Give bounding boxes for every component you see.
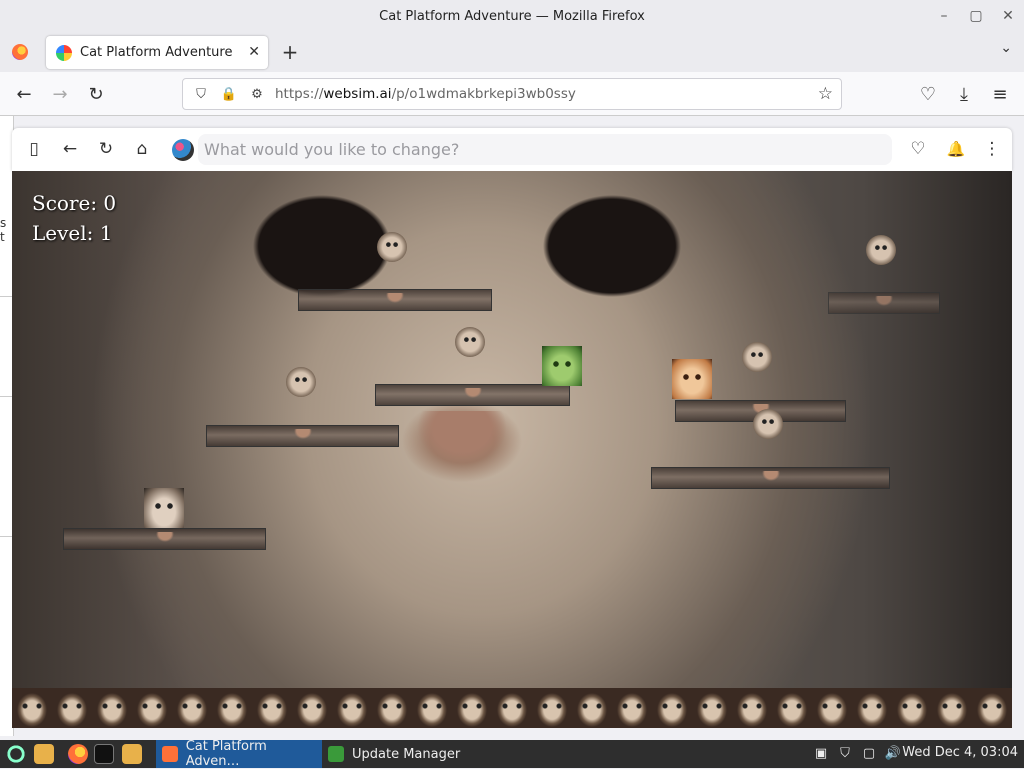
user-avatar[interactable] [172,139,194,161]
pocket-icon[interactable]: ♡ [914,80,942,108]
maximize-button[interactable]: ▢ [960,0,992,32]
cat-tile-ground [12,688,1012,728]
url-host: websim.ai [323,86,392,102]
app-menu-icon[interactable]: ≡ [986,80,1014,108]
forward-button[interactable]: → [46,80,74,108]
websim-home-icon[interactable]: ⌂ [130,137,154,161]
volume-icon[interactable]: 🔊 [884,744,902,762]
window-title: Cat Platform Adventure — Mozilla Firefox [379,8,645,24]
reload-button[interactable]: ↻ [82,80,110,108]
green-cat-enemy [542,346,582,386]
url-path: /p/o1wdmakbrkepi3wb0ssy [391,86,576,102]
url-scheme: https:// [275,86,324,102]
taskbar-firefox-window[interactable]: Cat Platform Adven… [156,739,322,769]
tracking-shield-icon[interactable]: ⛉ [191,87,211,102]
start-menu-icon[interactable] [6,743,26,765]
player-cat [144,488,184,528]
game-canvas[interactable]: Score: 0 Level: 1 [12,171,1012,728]
shield-check-icon [328,746,344,762]
cat-coin [753,409,783,439]
platform [206,425,399,447]
platform [375,384,570,406]
downloads-icon[interactable]: ⤓ [950,80,978,108]
score-display: Score: 0 [32,191,117,215]
clipboard-icon[interactable]: ▣ [812,744,830,762]
files-icon[interactable] [34,743,54,765]
new-tab-button[interactable]: + [278,38,302,66]
firefox-small-icon [162,746,178,762]
sidebar-toggle-icon[interactable]: ▯ [22,137,46,161]
firefox-view-button[interactable] [8,40,32,64]
cat-coin [286,367,316,397]
url-bar[interactable]: ⛉ 🔒 ⚙ https:// websim.ai /p/o1wdmakbrkep… [182,78,842,110]
firefox-icon [12,44,28,60]
platform [63,528,266,550]
change-prompt-input[interactable]: What would you like to change? [198,134,892,165]
websim-favicon-icon [56,44,72,61]
orange-cat-enemy [672,359,712,399]
tab-cat-platform[interactable]: Cat Platform Adventure ✕ [46,36,268,69]
tab-label: Cat Platform Adventure [80,45,233,60]
cat-coin [377,232,407,262]
display-icon[interactable]: ▢ [860,744,878,762]
clock[interactable]: Wed Dec 4, 03:04 [902,745,1018,760]
firefox-launcher-icon[interactable] [68,743,88,765]
cat-coin [866,235,896,265]
tab-close-icon[interactable]: ✕ [248,44,260,60]
level-display: Level: 1 [32,221,113,245]
background-cat-nose [417,411,507,466]
websim-reload-icon[interactable]: ↻ [94,137,118,161]
platform [828,292,940,314]
tab-strip: Cat Platform Adventure ✕ + ⌄ [0,32,1024,72]
like-heart-icon[interactable]: ♡ [906,137,930,161]
system-taskbar: Cat Platform Adven… Update Manager ▣ ⛉ ▢… [0,739,1024,769]
websim-back-icon[interactable]: ← [58,137,82,161]
lock-icon[interactable]: 🔒 [219,87,239,102]
more-options-icon[interactable]: ⋮ [980,137,1004,161]
platform [298,289,492,311]
security-shield-icon[interactable]: ⛉ [836,744,854,762]
back-button[interactable]: ← [10,80,38,108]
folder-icon[interactable] [122,743,142,765]
window-titlebar: Cat Platform Adventure — Mozilla Firefox [0,0,1024,32]
navigation-bar: ← → ↻ ⛉ 🔒 ⚙ https:// websim.ai /p/o1wdma… [0,72,1024,116]
cat-coin [742,342,772,372]
close-window-button[interactable]: ✕ [992,0,1024,32]
list-all-tabs-button[interactable]: ⌄ [1000,40,1012,56]
permissions-icon[interactable]: ⚙ [247,87,267,102]
taskbar-update-manager[interactable]: Update Manager [322,740,472,768]
cat-coin [455,327,485,357]
platform [651,467,890,489]
notifications-bell-icon[interactable]: 🔔 [944,137,968,161]
terminal-icon[interactable] [94,743,114,765]
bookmark-star-icon[interactable]: ☆ [818,84,833,104]
websim-toolbar: ▯ ← ↻ ⌂ What would you like to change? ♡… [12,128,1012,171]
minimize-button[interactable]: – [928,0,960,32]
